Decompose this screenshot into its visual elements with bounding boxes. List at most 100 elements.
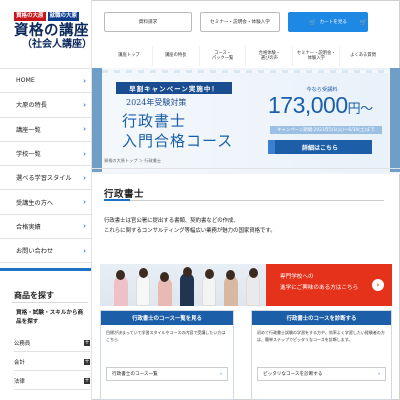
sidebar-item-courses[interactable]: 講座一覧 › [0,118,91,142]
category-label: 公務員 [14,340,31,347]
chevron-right-icon: › [83,246,86,255]
banner-price: 173,000円〜 [268,92,373,119]
intro-line: 行政書士は官公署に提出する書類、契約書などの作成、 [104,218,239,224]
sidebar-item-label: HOME [16,77,35,85]
price-value: 173,000 [268,92,348,118]
sidebar-item-contact[interactable]: お問い合わせ › [0,239,91,264]
tab-label-2: 体験入学 [307,56,325,61]
cart-count[interactable]: 🛒 [354,12,369,32]
site-logo[interactable]: 資格の大原 就職の大原 資格の講座 （社会人講座） [0,0,92,51]
card-heading[interactable]: 行政書士のコースを診断する [252,311,391,325]
course-diagnosis-link[interactable]: ピッタリなコースを診断する › [257,367,386,381]
logo-subtitle: （社会人講座） [22,39,92,50]
plus-icon: + [84,357,90,365]
seminar-button[interactable]: セミナー・説明会・体験入学 [200,12,280,32]
tab-label-2: 選びの声 [260,56,278,61]
banner-stripe [102,70,388,73]
tab-label-2: パック一覧 [211,56,234,61]
course-list-link[interactable]: 行政書士のコース一覧 › [106,367,228,381]
banner-course: 入門合格コース [122,132,234,150]
student-figure [158,278,172,306]
student-figure [202,275,216,306]
sidebar-nav: HOME › 大原の特長 › 講座一覧 › 学校一覧 › 選べる学習スタイル › 受講生の… [0,68,91,264]
logo-title: 資格の講座 [14,22,89,39]
student-figure [136,274,150,306]
request-materials-button[interactable]: 資料請求 [104,12,192,32]
student-figure [246,274,260,306]
carousel-prev-slide[interactable] [92,68,102,172]
find-divider [12,302,88,303]
vocational-school-promo[interactable]: 専門学校への 進学にご興味のある方はこちら › [266,264,392,306]
tab-faq[interactable]: よくある質問 [340,46,386,66]
campaign-banner[interactable]: 早割キャンペーン実施中！ 2024年受験対策 行政書士 入門合格コース 今なら受… [102,68,388,172]
button-label: カートを見る [319,20,348,25]
course-list-card: 行政書士のコース一覧を見る 目標が決まっていて学習スタイルやコースの内容で受講し… [100,310,234,400]
banner-detail-button[interactable]: 詳細はこちら [268,140,372,154]
sidebar-item-students[interactable]: 受講生の方へ › [0,190,91,215]
logo-tag-shushoku: 就職の大原 [47,12,80,21]
student-figure [114,276,128,306]
category-item[interactable]: 法律 + [14,372,90,390]
sidebar-item-label: お問い合わせ [16,248,54,256]
breadcrumb[interactable]: 資格の大原トップ ＞ 行政書士 [104,158,161,164]
tab-course-features[interactable]: 講座の特長 [153,46,200,66]
sidebar-item-label: 受講生の方へ [16,199,54,207]
link-label: ピッタリなコースを診断する [263,372,323,377]
tab-label: よくある質問 [350,53,376,59]
student-head [160,272,169,282]
sidebar-divider [0,268,91,271]
sidebar-item-features[interactable]: 大原の特長 › [0,93,91,118]
student-head [116,270,125,280]
chevron-right-icon: › [83,76,86,85]
student-figure [180,273,194,306]
student-head [205,269,214,279]
student-head [183,267,192,277]
find-products-heading: 商品を探す [14,291,54,300]
tab-success-stories[interactable]: 合格体験・ 選びの声 [246,46,294,66]
card-heading[interactable]: 行政書士のコース一覧を見る [101,311,233,325]
chevron-right-icon: › [220,371,222,377]
card-description: 初めて行政書士試験の学習をする方や、効率よく学習したい経験者の方は、簡単ステップ… [257,330,385,342]
student-head [226,270,235,280]
course-diagnosis-card: 行政書士のコースを診断する 初めて行政書士試験の学習をする方や、効率よく学習した… [251,310,392,400]
tab-course-top[interactable]: 講座トップ [106,46,153,66]
cart-icon: 🛒 [308,18,317,26]
chevron-right-icon: › [83,173,86,182]
tab-label: 講座トップ [118,53,140,59]
page-title: 行政書士 [104,189,145,200]
chevron-right-icon: › [83,198,86,207]
sidebar-item-schools[interactable]: 学校一覧 › [0,142,91,167]
category-item[interactable]: 会計 + [14,353,90,371]
banner-campaign-tag: 早割キャンペーン実施中！ [116,82,232,94]
chevron-right-icon: › [83,149,86,158]
student-head [139,268,148,278]
cart-circle-icon: 🛒 [358,15,369,29]
student-figure [224,276,238,306]
banner-period: キャンペーン期間:2023年5/1(火)〜6/30(土)まで [270,126,382,134]
find-products-desc: 資格・試験・スキルから商品を探す [16,310,84,325]
chevron-right-icon: › [83,100,86,109]
sidebar-item-label: 大原の特長 [16,102,47,110]
plus-icon: + [84,376,90,384]
course-subnav: 講座トップ 講座の特長 コース・ パック一覧 合格体験・ 選びの声 セミナー・説明会… [106,46,386,66]
plus-icon: + [84,338,90,346]
tab-seminar[interactable]: セミナー・説明会・ 体験入学 [293,46,341,66]
title-accent [104,199,130,201]
sidebar-item-label: 合格実績 [16,223,41,231]
tab-label: 講座の特長 [165,53,187,59]
sidebar-item-results[interactable]: 合格実績 › [0,215,91,240]
students-photo[interactable] [100,264,266,306]
intro-line: これらに関するコンサルティング等幅広い業務が魅力の国家資格です。 [104,228,276,234]
carousel-next-slide[interactable] [390,68,400,172]
student-head [249,268,258,278]
sidebar-item-label: 講座一覧 [16,126,41,134]
price-unit: 円〜 [347,101,374,116]
tab-course-list[interactable]: コース・ パック一覧 [200,46,247,66]
sidebar-item-home[interactable]: HOME › [0,69,91,94]
category-label: 会計 [14,359,25,366]
sidebar-item-label: 選べる学習スタイル [16,175,72,183]
sidebar-item-styles[interactable]: 選べる学習スタイル › [0,166,91,191]
banner-title: 行政書士 [122,112,187,130]
category-item[interactable]: 公務員 + [14,334,90,352]
chevron-right-icon: › [378,371,380,377]
